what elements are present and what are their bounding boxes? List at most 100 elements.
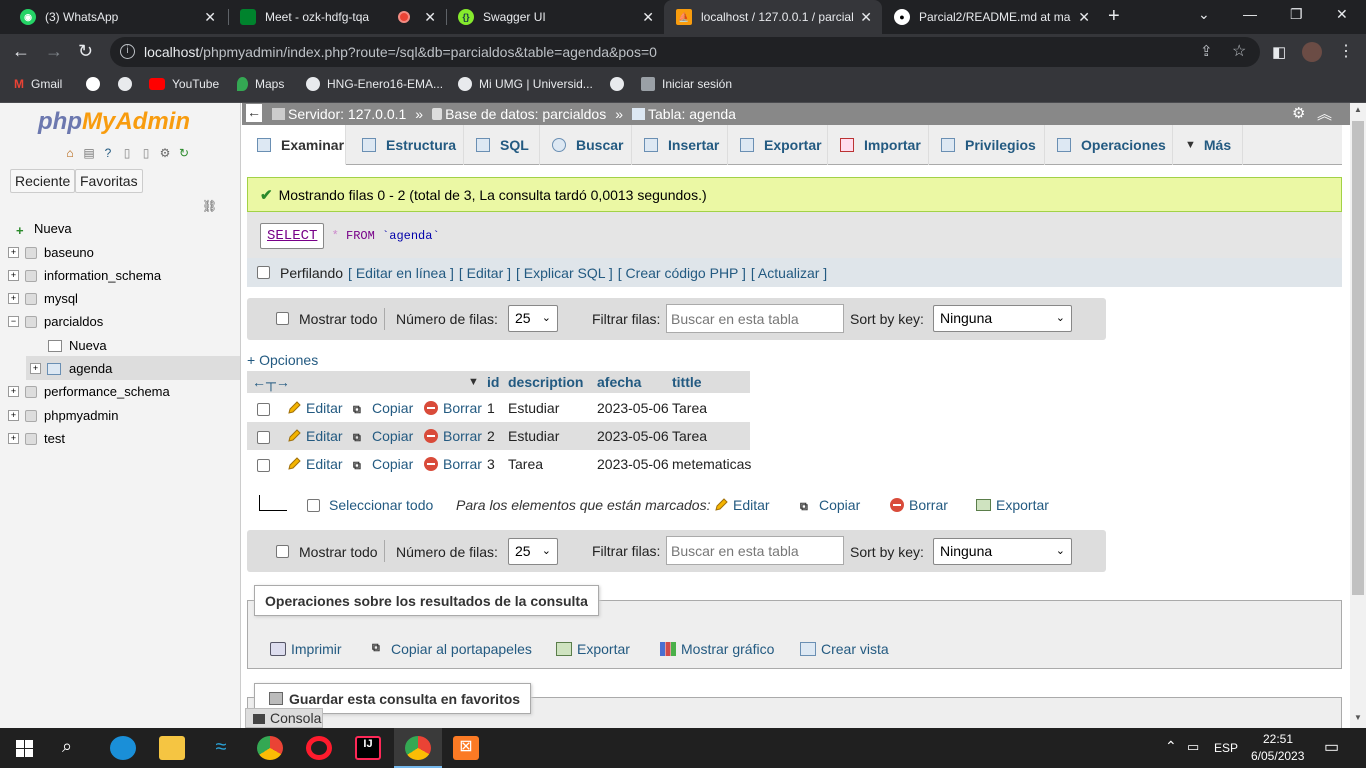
row-checkbox[interactable] bbox=[257, 431, 270, 444]
expand-icon[interactable]: + bbox=[8, 293, 19, 304]
cell-id[interactable]: 1 bbox=[487, 400, 495, 416]
show-all-checkbox[interactable] bbox=[276, 545, 289, 558]
tab-export[interactable]: Exportar bbox=[728, 125, 828, 165]
bookmark-app[interactable] bbox=[86, 77, 107, 91]
language-indicator[interactable]: ESP bbox=[1214, 741, 1238, 755]
row-copy-link[interactable]: ⧉ Copiar bbox=[353, 456, 413, 474]
show-chart-link[interactable]: Mostrar gráfico bbox=[660, 641, 774, 657]
bookmark-hng[interactable]: HNG-Enero16-EMA... bbox=[306, 77, 443, 91]
select-all-checkbox[interactable] bbox=[307, 499, 320, 512]
breadcrumb-database[interactable]: Base de datos: parcialdos bbox=[445, 106, 606, 122]
close-icon[interactable]: ✕ bbox=[860, 9, 872, 26]
opera-icon[interactable] bbox=[306, 736, 332, 760]
scroll-up-icon[interactable]: ▲ bbox=[1354, 105, 1362, 114]
docs-icon[interactable]: ▯ bbox=[119, 145, 135, 161]
explain-sql-link[interactable]: [ Explicar SQL ] bbox=[516, 265, 613, 281]
row-copy-link[interactable]: ⧉ Copiar bbox=[353, 428, 413, 446]
column-header-description[interactable]: description bbox=[500, 371, 589, 393]
filter-rows-input[interactable]: Buscar en esta tabla bbox=[666, 304, 844, 333]
sort-caret-icon[interactable]: ▼ bbox=[468, 371, 479, 393]
minimize-icon[interactable]: — bbox=[1243, 6, 1257, 22]
bookmark-star-icon[interactable]: ☆ bbox=[1232, 41, 1246, 61]
edit-link[interactable]: [ Editar ] bbox=[459, 265, 511, 281]
console-toggle[interactable]: Consola bbox=[245, 708, 323, 728]
bulk-delete-button[interactable]: Borrar bbox=[890, 497, 948, 513]
tree-item-phpmyadmin[interactable]: + phpmyadmin bbox=[8, 408, 118, 423]
expand-icon[interactable]: + bbox=[8, 410, 19, 421]
clock-date[interactable]: 6/05/2023 bbox=[1251, 749, 1304, 763]
edge-icon[interactable] bbox=[110, 736, 136, 760]
close-icon[interactable]: ✕ bbox=[642, 9, 654, 26]
close-icon[interactable]: ✕ bbox=[424, 9, 436, 26]
browser-tab-swagger[interactable]: {} Swagger UI ✕ bbox=[446, 0, 664, 34]
cell-afecha[interactable]: 2023-05-06 bbox=[597, 428, 669, 444]
options-link[interactable]: + Opciones bbox=[247, 352, 318, 368]
column-header-id[interactable]: id bbox=[480, 371, 500, 393]
profiling-checkbox[interactable] bbox=[257, 266, 270, 279]
row-copy-link[interactable]: ⧉ Copiar bbox=[353, 400, 413, 418]
phpmyadmin-logo[interactable]: phpMyAdmin bbox=[38, 108, 190, 136]
network-icon[interactable]: ▭ bbox=[1187, 739, 1199, 755]
tab-structure[interactable]: Estructura bbox=[350, 125, 464, 165]
bookmark-maps[interactable]: Maps bbox=[237, 77, 284, 91]
back-icon[interactable]: ← bbox=[12, 41, 30, 62]
row-edit-link[interactable]: Editar bbox=[287, 456, 343, 472]
notifications-icon[interactable]: ▭ bbox=[1324, 737, 1339, 757]
row-delete-link[interactable]: Borrar bbox=[424, 400, 482, 416]
mysql-workbench-icon[interactable]: ≈ bbox=[208, 736, 234, 760]
bulk-copy-button[interactable]: ⧉ Copiar bbox=[800, 497, 860, 515]
expand-icon[interactable]: + bbox=[8, 247, 19, 258]
row-edit-link[interactable]: Editar bbox=[287, 400, 343, 416]
side-panel-icon[interactable]: ◧ bbox=[1272, 43, 1286, 61]
expand-icon[interactable]: + bbox=[8, 433, 19, 444]
bookmark-youtube[interactable]: YouTube bbox=[149, 77, 219, 91]
browser-tab-whatsapp[interactable]: ◉ (3) WhatsApp ✕ bbox=[8, 0, 226, 34]
expand-icon[interactable]: + bbox=[8, 270, 19, 281]
rows-select[interactable]: 25 ⌄ bbox=[508, 538, 558, 565]
column-header-tittle[interactable]: tittle bbox=[668, 371, 750, 393]
export-link[interactable]: Exportar bbox=[556, 641, 630, 657]
cell-afecha[interactable]: 2023-05-06 bbox=[597, 456, 669, 472]
info-icon[interactable]: i bbox=[120, 44, 135, 59]
xampp-icon[interactable]: ⊠ bbox=[453, 736, 479, 760]
cell-description[interactable]: Estudiar bbox=[508, 400, 559, 416]
tree-item-information-schema[interactable]: + information_schema bbox=[8, 268, 161, 283]
cell-tittle[interactable]: Tarea bbox=[672, 400, 707, 416]
row-checkbox[interactable] bbox=[257, 403, 270, 416]
breadcrumb-server[interactable]: Servidor: 127.0.0.1 bbox=[288, 106, 406, 122]
windows-start-icon[interactable] bbox=[16, 740, 33, 757]
chrome-active-icon[interactable] bbox=[405, 736, 431, 760]
tab-search-icon[interactable]: ⌄ bbox=[1198, 6, 1210, 23]
home-icon[interactable]: ⌂ bbox=[62, 145, 78, 161]
tab-operations[interactable]: Operaciones bbox=[1045, 125, 1173, 165]
file-explorer-icon[interactable] bbox=[159, 736, 185, 760]
tab-privileges[interactable]: Privilegios bbox=[929, 125, 1045, 165]
tree-item-mysql[interactable]: + mysql bbox=[8, 291, 78, 306]
search-icon[interactable]: ⌕ bbox=[62, 736, 72, 757]
menu-icon[interactable]: ⋮ bbox=[1338, 41, 1354, 61]
close-window-icon[interactable]: ✕ bbox=[1336, 6, 1348, 23]
tree-item-new[interactable]: + Nueva bbox=[16, 221, 72, 238]
row-delete-link[interactable]: Borrar bbox=[424, 428, 482, 444]
print-link[interactable]: Imprimir bbox=[270, 641, 342, 657]
tree-item-agenda[interactable]: + agenda bbox=[30, 361, 112, 376]
new-tab-icon[interactable]: + bbox=[1108, 5, 1120, 28]
tree-item-baseuno[interactable]: + baseuno bbox=[8, 245, 94, 260]
table-header-arrows[interactable]: ←┬→ ▼ bbox=[247, 371, 480, 393]
sql-query-box[interactable]: SELECT * FROM `agenda` bbox=[247, 212, 1342, 258]
tree-item-parcialdos[interactable]: − parcialdos bbox=[8, 314, 103, 329]
row-edit-link[interactable]: Editar bbox=[287, 428, 343, 444]
row-delete-link[interactable]: Borrar bbox=[424, 456, 482, 472]
forward-icon[interactable]: → bbox=[45, 41, 63, 62]
tab-more[interactable]: ▼ Más bbox=[1173, 125, 1243, 165]
cell-tittle[interactable]: metematicas bbox=[672, 456, 751, 472]
expand-icon[interactable]: + bbox=[30, 363, 41, 374]
edit-inline-link[interactable]: [ Editar en línea ] bbox=[348, 265, 454, 281]
collapse-icon[interactable]: − bbox=[8, 316, 19, 327]
address-bar[interactable]: i localhost/phpmyadmin/index.php?route=/… bbox=[110, 37, 1260, 67]
refresh-link[interactable]: [ Actualizar ] bbox=[751, 265, 827, 281]
scroll-down-icon[interactable]: ▼ bbox=[1354, 713, 1362, 722]
breadcrumb-table[interactable]: Tabla: agenda bbox=[648, 106, 736, 122]
close-icon[interactable]: ✕ bbox=[204, 9, 216, 26]
close-icon[interactable]: ✕ bbox=[1078, 9, 1090, 26]
